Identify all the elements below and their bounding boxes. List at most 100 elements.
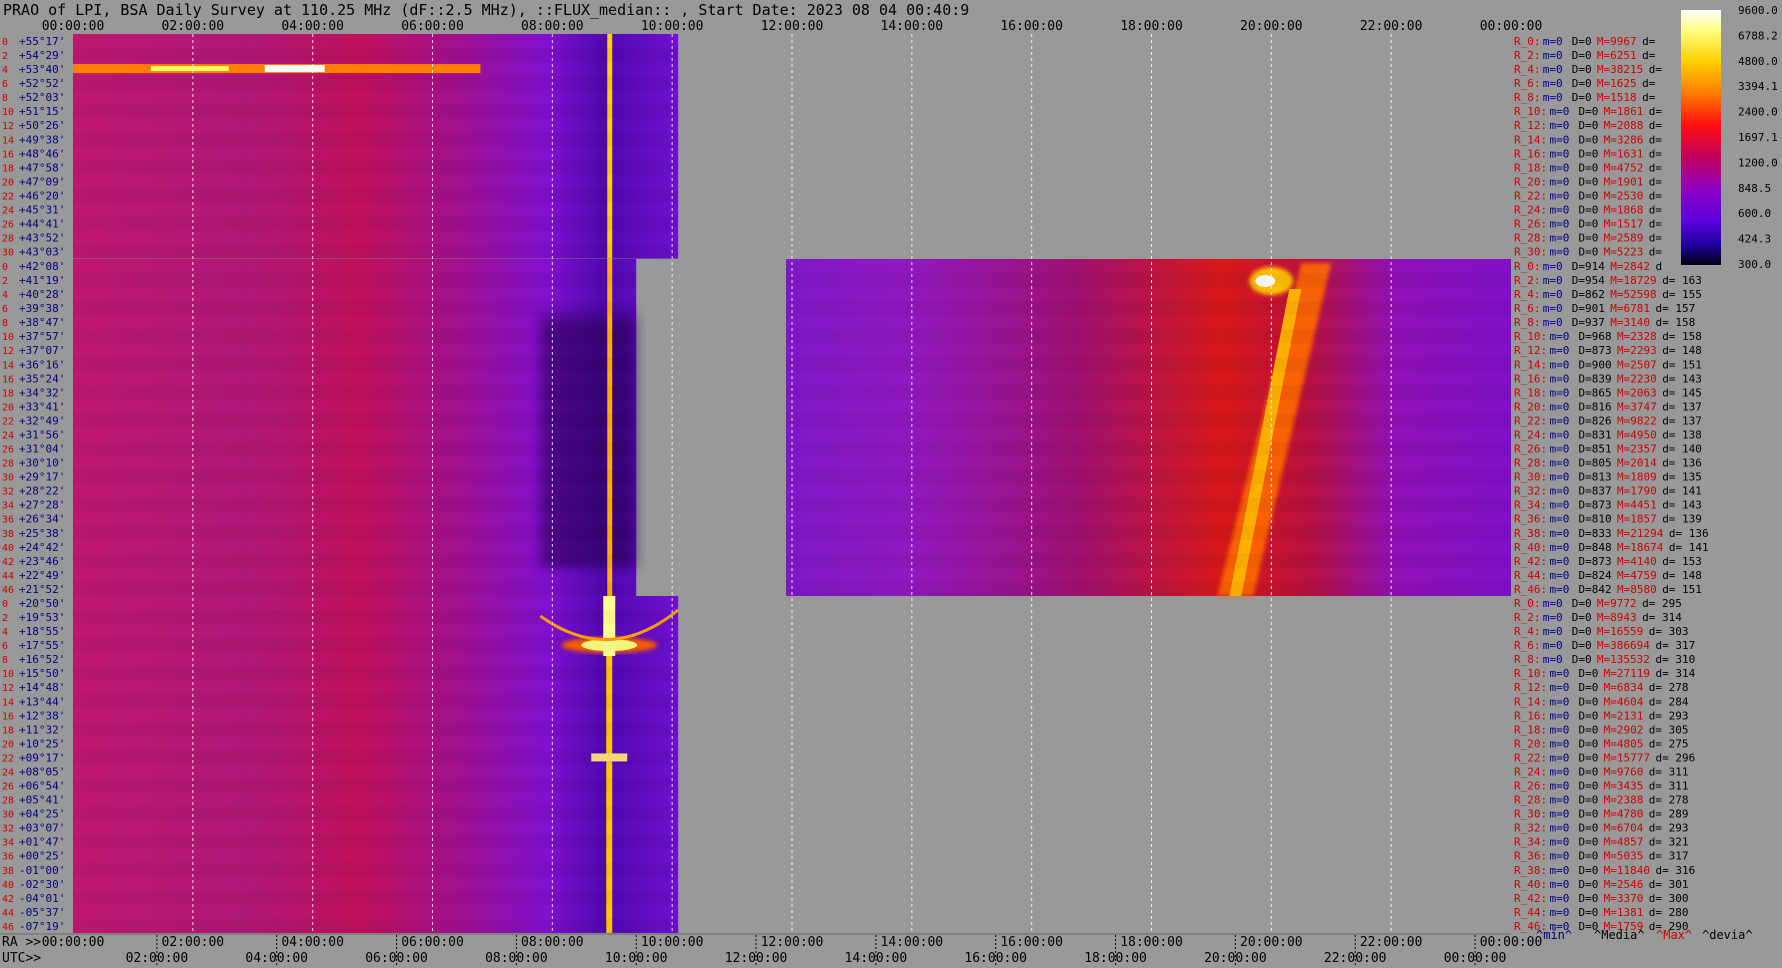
stats-deviation: d= 138 (1662, 428, 1702, 441)
declination-label: +43°03' (19, 246, 65, 259)
stats-min: m=0 (1543, 49, 1563, 62)
stats-deviation: d= 311 (1649, 765, 1689, 778)
row-stripe (73, 244, 679, 259)
row-index-label: 6 (2, 304, 8, 315)
stats-max: M=135532 (1597, 653, 1650, 666)
stats-max: M=2293 (1617, 344, 1657, 357)
stats-max: M=386694 (1597, 639, 1650, 652)
declination-label: +00°25' (19, 850, 65, 863)
stats-deviation: d= 148 (1662, 344, 1702, 357)
stats-row-label: R_44: (1514, 569, 1547, 582)
stats-row-label: R_24: (1514, 203, 1547, 216)
ra-axis-tick: 12:00:00 (761, 935, 824, 950)
declination-label: +16°52' (19, 653, 65, 666)
colorbar-tick: 1200.0 (1738, 156, 1778, 169)
stats-median: D=0 (1572, 639, 1592, 652)
stats-median: D=833 (1579, 527, 1612, 540)
stats-max: M=2063 (1617, 386, 1657, 399)
utc-axis-label: UTC>> (2, 951, 41, 966)
stats-min: m=0 (1550, 681, 1570, 694)
stats-row-label: R_42: (1514, 555, 1547, 568)
row-stripe (73, 778, 679, 793)
declination-label: +44°41' (19, 218, 65, 231)
row-index-label: 22 (2, 191, 14, 202)
stats-max: M=2530 (1604, 189, 1644, 202)
stats-median: D=0 (1572, 611, 1592, 624)
declination-label: +20°50' (19, 597, 65, 610)
row-stripe (73, 610, 679, 625)
stats-min: m=0 (1550, 414, 1570, 427)
stats-row-label: R_26: (1514, 780, 1547, 793)
stats-median: D=954 (1572, 274, 1605, 287)
declination-label: -04°01' (19, 892, 65, 905)
stats-median: D=816 (1579, 400, 1612, 413)
row-index-label: 34 (2, 501, 14, 512)
stats-row-label: R_20: (1514, 737, 1547, 750)
declination-label: +25°38' (19, 527, 65, 540)
declination-label: +45°31' (19, 203, 65, 216)
row-index-label: 16 (2, 711, 14, 722)
stats-max: M=2328 (1617, 330, 1657, 343)
stats-median: D=0 (1579, 189, 1599, 202)
row-index-label: 46 (2, 585, 14, 596)
stats-median: D=810 (1579, 513, 1612, 526)
stats-max: M=4805 (1604, 737, 1644, 750)
declination-label: +47°58' (19, 161, 65, 174)
stats-max: M=2230 (1617, 372, 1657, 385)
declination-label: +22°49' (19, 569, 65, 582)
declination-label: +05°41' (19, 794, 65, 807)
declination-label: +10°25' (19, 737, 65, 750)
stats-deviation: d= (1649, 63, 1663, 76)
top-axis-tick: 06:00:00 (401, 19, 464, 34)
stats-row-label: R_6: (1514, 639, 1541, 652)
stats-deviation: d= 151 (1662, 583, 1702, 596)
row-index-label: 2 (2, 51, 8, 62)
row-index-label: 26 (2, 220, 14, 231)
row-stripe (786, 581, 1511, 596)
declination-label: -05°37' (19, 906, 65, 919)
stats-row-label: R_16: (1514, 372, 1547, 385)
row-stripe (786, 329, 1511, 344)
row-stripe (786, 553, 1511, 568)
stats-min: m=0 (1550, 794, 1570, 807)
stats-row-label: R_32: (1514, 485, 1547, 498)
stats-min: m=0 (1550, 737, 1570, 750)
stats-row-label: R_28: (1514, 457, 1547, 470)
stats-row-label: R_0: (1514, 597, 1541, 610)
stats-median: D=0 (1579, 808, 1599, 821)
stats-min: m=0 (1550, 189, 1570, 202)
stats-row-label: R_12: (1514, 344, 1547, 357)
colorbar-labels: 9600.0 6788.2 4800.0 3394.1 2400.0 1697.1 1200… (1738, 4, 1778, 271)
stats-min: m=0 (1550, 709, 1570, 722)
row-index-label: 14 (2, 360, 14, 371)
stats-min: m=0 (1550, 344, 1570, 357)
declination-label: +30°10' (19, 457, 65, 470)
stats-min: m=0 (1550, 695, 1570, 708)
stats-row-label: R_40: (1514, 878, 1547, 891)
stats-row-label: R_2: (1514, 49, 1541, 62)
stats-min: m=0 (1550, 780, 1570, 793)
stats-max: M=6704 (1604, 822, 1644, 835)
row-stripe (73, 104, 679, 119)
stats-max: M=5223 (1604, 246, 1644, 259)
stats-min: m=0 (1550, 850, 1570, 863)
stats-median: D=848 (1579, 541, 1612, 554)
stats-min: m=0 (1550, 457, 1570, 470)
stats-row-label: R_4: (1514, 625, 1541, 638)
row-index-label: 8 (2, 318, 8, 329)
stats-row-label: R_30: (1514, 471, 1547, 484)
stats-max: M=4780 (1604, 808, 1644, 821)
stats-min: m=0 (1550, 555, 1570, 568)
row-stripe (73, 722, 679, 737)
stats-min: m=0 (1550, 836, 1570, 849)
stats-max: M=18674 (1617, 541, 1664, 554)
row-index-label: 30 (2, 248, 14, 259)
stats-deviation: d= 321 (1649, 836, 1689, 849)
stats-min: m=0 (1550, 119, 1570, 132)
stats-max: M=2014 (1617, 457, 1657, 470)
stats-row-label: R_46: (1514, 583, 1547, 596)
stats-row-label: R_20: (1514, 400, 1547, 413)
stats-deviation: d= 151 (1662, 358, 1702, 371)
stats-row-label: R_24: (1514, 765, 1547, 778)
colorbar (1681, 10, 1721, 265)
